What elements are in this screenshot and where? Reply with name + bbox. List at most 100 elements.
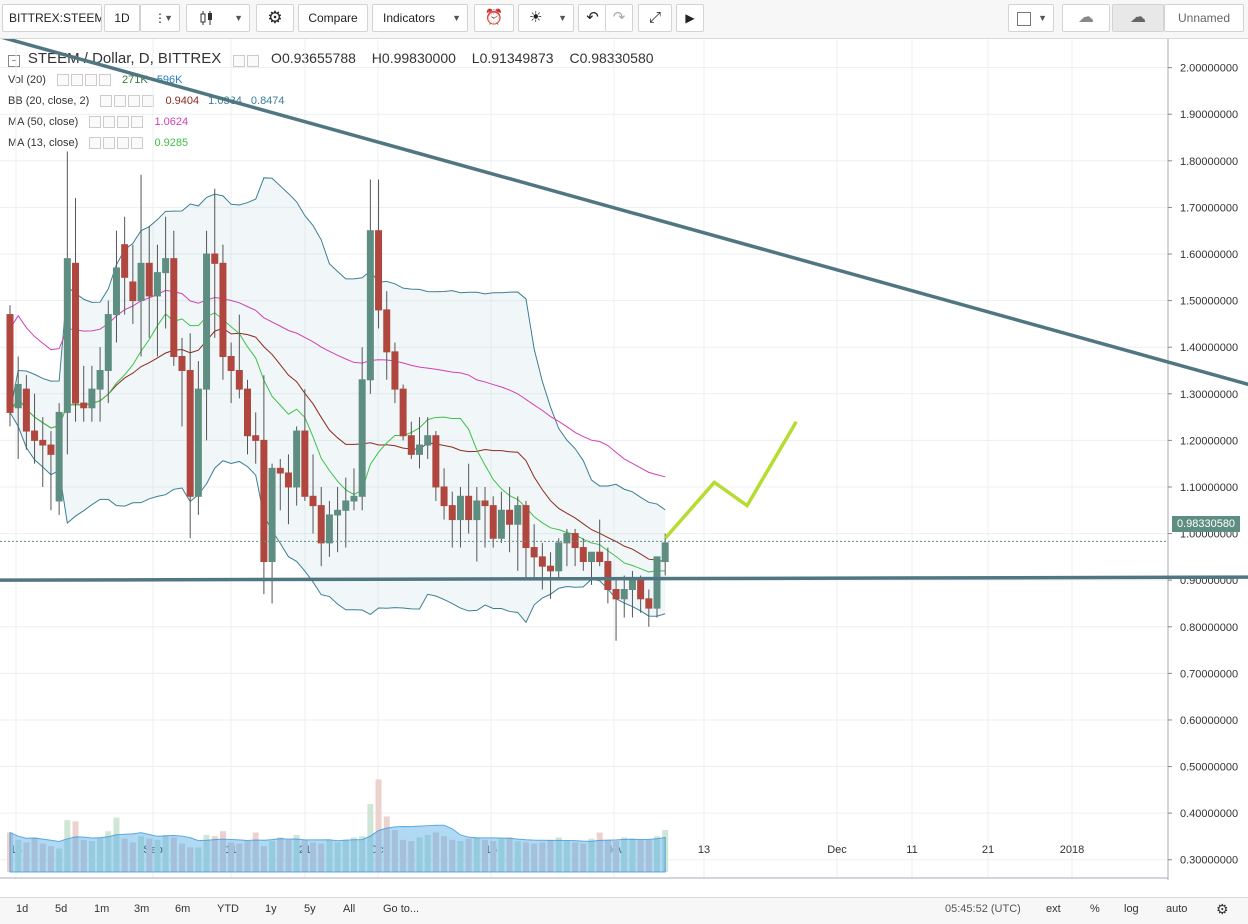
candle-body xyxy=(465,495,473,521)
y-tick-label: 1.50000000 xyxy=(1180,296,1238,308)
auto-toggle[interactable]: auto xyxy=(1166,903,1187,915)
x-tick-label: 13 xyxy=(698,844,710,856)
ideas-button[interactable]: ☀ ▼ xyxy=(518,4,574,32)
compare-button[interactable]: Compare xyxy=(298,4,368,32)
range-all[interactable]: All xyxy=(343,903,355,915)
square-icon xyxy=(1017,12,1031,26)
cloud-download-icon: ☁ xyxy=(1078,9,1094,26)
candle-body xyxy=(383,309,391,353)
y-tick-label: 1.90000000 xyxy=(1180,109,1238,121)
goto-button[interactable]: Go to... xyxy=(383,903,419,915)
y-tick-label: 2.00000000 xyxy=(1180,63,1238,75)
percent-toggle[interactable]: % xyxy=(1090,903,1100,915)
candle-body xyxy=(31,430,39,441)
candle-body xyxy=(596,551,604,563)
range-5y[interactable]: 5y xyxy=(304,903,316,915)
candle-body xyxy=(506,509,514,525)
candle-body xyxy=(72,262,80,404)
candle-body xyxy=(416,444,423,455)
ext-toggle[interactable]: ext xyxy=(1046,903,1061,915)
play-icon: ▶ xyxy=(685,11,695,25)
chevron-down-icon: ▼ xyxy=(1038,13,1047,23)
candle-body xyxy=(194,388,202,497)
x-tick-label: 21 xyxy=(982,844,994,856)
candle-body xyxy=(325,514,333,544)
candle-body xyxy=(22,388,30,432)
price-chart[interactable]: 2.00000000 1.90000000 1.80000000 1.70000000… xyxy=(0,39,1248,880)
redo-icon: ↷ xyxy=(612,9,626,26)
candle-body xyxy=(399,388,407,437)
range-ytd[interactable]: YTD xyxy=(217,903,239,915)
range-1y[interactable]: 1y xyxy=(265,903,277,915)
candle-body xyxy=(440,486,448,507)
y-tick-label: 1.30000000 xyxy=(1180,389,1238,401)
candle-body xyxy=(456,495,464,521)
range-6m[interactable]: 6m xyxy=(175,903,190,915)
alarm-clock-icon: ⏰ xyxy=(484,9,504,26)
candle-body xyxy=(153,272,161,297)
candle-body xyxy=(6,314,14,413)
redo-button[interactable]: ↷ xyxy=(605,4,633,32)
y-tick-label: 0.60000000 xyxy=(1180,715,1238,727)
save-cloud-button[interactable]: ☁ xyxy=(1112,4,1164,32)
candle-body xyxy=(317,505,325,544)
lightbulb-icon: ☀ xyxy=(529,9,543,26)
range-5d[interactable]: 5d xyxy=(55,903,67,915)
candle-body xyxy=(137,262,145,302)
chevron-down-icon: ▼ xyxy=(234,13,243,23)
candle-body xyxy=(219,262,227,358)
candle-body xyxy=(244,388,252,437)
x-tick-label: 11 xyxy=(906,844,917,856)
candle-body xyxy=(366,230,374,381)
candle-body xyxy=(301,430,309,497)
candle-body xyxy=(170,258,178,358)
chart-style-button[interactable]: ▼ xyxy=(186,4,250,32)
candle-body xyxy=(104,314,112,371)
load-cloud-button[interactable]: ☁ xyxy=(1062,4,1110,32)
candle-body xyxy=(63,258,71,413)
replay-button[interactable]: ▶ xyxy=(676,4,704,32)
candle-body xyxy=(260,439,268,563)
undo-button[interactable]: ↶ xyxy=(578,4,606,32)
candle-body xyxy=(211,253,219,264)
top-toolbar: BITTREX:STEEMUSD 1D ⋮ ▼ ▼ ⚙ Compare Indi… xyxy=(0,0,1248,39)
candle-body xyxy=(424,435,432,446)
candle-body xyxy=(407,435,415,455)
candle-body xyxy=(145,262,153,297)
range-1d[interactable]: 1d xyxy=(16,903,28,915)
candle-body xyxy=(555,542,563,572)
range-3m[interactable]: 3m xyxy=(134,903,149,915)
symbol-search[interactable]: BITTREX:STEEMUSD xyxy=(2,4,102,32)
candle-body xyxy=(55,411,63,502)
candle-body xyxy=(571,533,579,549)
gear-icon: ⚙ xyxy=(267,8,283,27)
indicators-button[interactable]: Indicators ▼ xyxy=(372,4,468,32)
projection-path xyxy=(663,420,798,540)
candle-body xyxy=(235,369,243,390)
drawing-template-button[interactable]: ▼ xyxy=(1008,4,1054,32)
candle-body xyxy=(112,267,120,316)
bottom-toolbar: 1d 5d 1m 3m 6m YTD 1y 5y All Go to... 05:45:52 (… xyxy=(0,897,1248,924)
gear-icon[interactable]: ⚙ xyxy=(1216,901,1229,918)
log-toggle[interactable]: log xyxy=(1124,903,1139,915)
chevron-down-icon: ▼ xyxy=(452,13,461,23)
interval-button[interactable]: 1D xyxy=(104,4,140,32)
candles-icon xyxy=(200,11,212,25)
candle-body xyxy=(489,505,497,539)
candle-body xyxy=(604,561,612,590)
candle-body xyxy=(375,230,383,311)
alert-button[interactable]: ⏰ xyxy=(474,4,514,32)
candle-body xyxy=(334,509,342,516)
interval-menu-button[interactable]: ⋮ ▼ xyxy=(140,4,180,32)
y-tick-label: 0.40000000 xyxy=(1180,808,1238,820)
indicators-label: Indicators xyxy=(383,11,436,25)
settings-button[interactable]: ⚙ xyxy=(256,4,294,32)
y-tick-label: 0.50000000 xyxy=(1180,762,1238,774)
candle-body xyxy=(293,430,301,488)
y-tick-label: 0.30000000 xyxy=(1180,855,1238,867)
range-1m[interactable]: 1m xyxy=(94,903,109,915)
layout-name-button[interactable]: Unnamed xyxy=(1164,4,1244,32)
y-tick-label: 1.70000000 xyxy=(1180,202,1238,214)
candle-body xyxy=(514,505,522,525)
fullscreen-button[interactable]: ⤢ xyxy=(638,4,672,32)
